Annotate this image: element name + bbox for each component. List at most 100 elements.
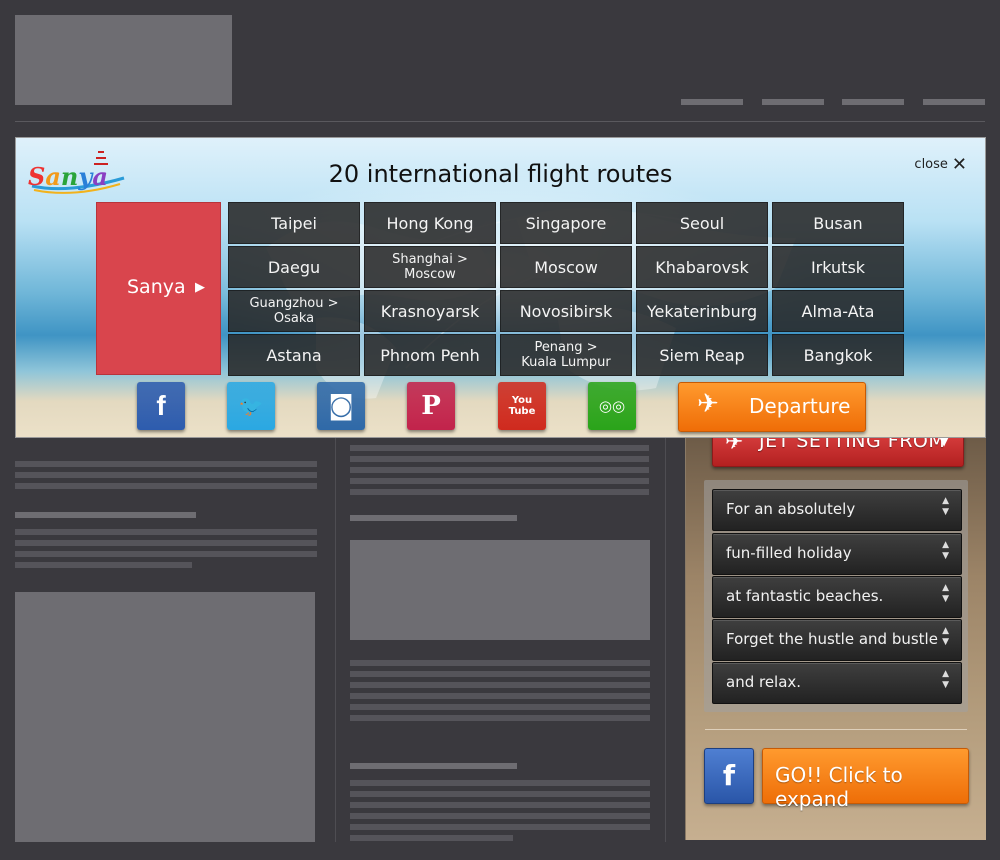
- route-button[interactable]: Irkutsk: [772, 246, 904, 288]
- route-label: Astana: [266, 345, 322, 365]
- route-button[interactable]: Moscow: [500, 246, 632, 288]
- route-button[interactable]: Busan: [772, 202, 904, 244]
- placeholder-nav-item[interactable]: [762, 99, 824, 105]
- route-button[interactable]: Singapore: [500, 202, 632, 244]
- go-expand-label: GO!! Click to expand: [775, 763, 903, 811]
- route-button[interactable]: Taipei: [228, 202, 360, 244]
- close-label: close: [914, 157, 948, 172]
- select-value: and relax.: [726, 673, 802, 691]
- option-select[interactable]: and relax. ▲ ▼: [712, 662, 962, 704]
- caret-right-icon: ▶: [195, 280, 205, 295]
- departure-label: Departure: [749, 394, 851, 418]
- option-select[interactable]: fun-filled holiday ▲ ▼: [712, 533, 962, 575]
- route-button[interactable]: Krasnoyarsk: [364, 290, 496, 332]
- placeholder-text-line: [350, 802, 650, 808]
- route-button[interactable]: Bangkok: [772, 334, 904, 376]
- route-button[interactable]: Yekaterinburg: [636, 290, 768, 332]
- placeholder-text-line: [350, 456, 649, 462]
- route-label: Hong Kong: [386, 213, 474, 233]
- instagram-button[interactable]: ◙: [317, 382, 365, 430]
- route-button[interactable]: Astana: [228, 334, 360, 376]
- placeholder-text-line: [15, 540, 317, 546]
- route-label: Penang > Kuala Lumpur: [521, 340, 611, 370]
- select-value: fun-filled holiday: [726, 544, 852, 562]
- placeholder-text-line: [15, 529, 317, 535]
- route-label: Yekaterinburg: [646, 301, 758, 321]
- route-button[interactable]: Daegu: [228, 246, 360, 288]
- youtube-button[interactable]: You Tube: [498, 382, 546, 430]
- route-label: Daegu: [267, 257, 321, 277]
- airplane-takeoff-icon: ✈: [697, 389, 719, 419]
- route-label: Shanghai > Moscow: [392, 252, 468, 282]
- pinterest-button[interactable]: P: [407, 382, 455, 430]
- route-label: Alma-Ata: [801, 301, 875, 321]
- placeholder-text-line: [350, 835, 513, 841]
- route-button[interactable]: Novosibirsk: [500, 290, 632, 332]
- route-label: Bangkok: [803, 345, 873, 365]
- route-label: Krasnoyarsk: [380, 301, 480, 321]
- facebook-button[interactable]: f: [137, 382, 185, 430]
- placeholder-heading: [350, 763, 517, 769]
- placeholder-image: [15, 592, 315, 842]
- placeholder-text-line: [350, 478, 649, 484]
- route-button[interactable]: Alma-Ata: [772, 290, 904, 332]
- option-select[interactable]: For an absolutely ▲ ▼: [712, 489, 962, 531]
- select-value: at fantastic beaches.: [726, 587, 884, 605]
- updown-arrow-icon: ▲ ▼: [942, 669, 949, 690]
- tripadvisor-icon: ◎◎: [598, 397, 626, 415]
- route-button[interactable]: Hong Kong: [364, 202, 496, 244]
- updown-arrow-icon: ▲ ▼: [942, 540, 949, 561]
- placeholder-text-line: [350, 445, 649, 451]
- route-button[interactable]: Seoul: [636, 202, 768, 244]
- placeholder-nav-item[interactable]: [923, 99, 985, 105]
- flight-routes-modal: Sanya 20 international flight routes clo…: [15, 137, 986, 438]
- route-label: Seoul: [679, 213, 725, 233]
- placeholder-text-line: [350, 682, 650, 688]
- route-button[interactable]: Khabarovsk: [636, 246, 768, 288]
- placeholder-text-line: [350, 715, 650, 721]
- route-button[interactable]: Phnom Penh: [364, 334, 496, 376]
- option-select[interactable]: Forget the hustle and bustle ▲ ▼: [712, 619, 962, 661]
- placeholder-logo: [15, 15, 232, 105]
- twitter-icon: 🐦: [238, 394, 264, 418]
- placeholder-text-line: [350, 660, 650, 666]
- select-value: For an absolutely: [726, 500, 856, 518]
- close-button[interactable]: close ✕: [914, 154, 967, 175]
- placeholder-text-line: [350, 791, 650, 797]
- route-button[interactable]: Guangzhou > Osaka: [228, 290, 360, 332]
- route-button[interactable]: Penang > Kuala Lumpur: [500, 334, 632, 376]
- placeholder-nav-item[interactable]: [681, 99, 743, 105]
- route-button[interactable]: Shanghai > Moscow: [364, 246, 496, 288]
- youtube-icon: You Tube: [508, 395, 536, 417]
- placeholder-text-line: [350, 671, 650, 677]
- sidebar-divider: [705, 729, 967, 730]
- updown-arrow-icon: ▲ ▼: [942, 626, 949, 647]
- header-divider: [15, 121, 985, 122]
- placeholder-text-line: [350, 824, 650, 830]
- tripadvisor-button[interactable]: ◎◎: [588, 382, 636, 430]
- departure-button[interactable]: ✈ Departure: [678, 382, 866, 432]
- close-icon: ✕: [951, 154, 967, 175]
- option-select[interactable]: at fantastic beaches. ▲ ▼: [712, 576, 962, 618]
- placeholder-text-line: [15, 483, 317, 489]
- pinterest-icon: P: [421, 391, 441, 421]
- placeholder-text-line: [350, 704, 650, 710]
- route-button[interactable]: Siem Reap: [636, 334, 768, 376]
- placeholder-text-line: [350, 813, 650, 819]
- go-expand-button[interactable]: GO!! Click to expand: [762, 748, 969, 811]
- placeholder-text-line: [15, 562, 192, 568]
- facebook-share-button[interactable]: f: [704, 748, 754, 804]
- twitter-button[interactable]: 🐦: [227, 382, 275, 430]
- origin-sanya-button[interactable]: Sanya ▶: [96, 202, 221, 375]
- facebook-icon: f: [156, 390, 166, 421]
- placeholder-nav-item[interactable]: [842, 99, 904, 105]
- placeholder-text-line: [15, 461, 317, 467]
- route-label: Phnom Penh: [380, 345, 480, 365]
- updown-arrow-icon: ▲ ▼: [942, 583, 949, 604]
- instagram-icon: ◙: [328, 391, 354, 421]
- select-value: Forget the hustle and bustle: [726, 630, 938, 648]
- facebook-icon: f: [722, 759, 736, 792]
- route-label: Guangzhou > Osaka: [249, 296, 339, 326]
- route-label: Irkutsk: [810, 257, 866, 277]
- placeholder-text-line: [350, 693, 650, 699]
